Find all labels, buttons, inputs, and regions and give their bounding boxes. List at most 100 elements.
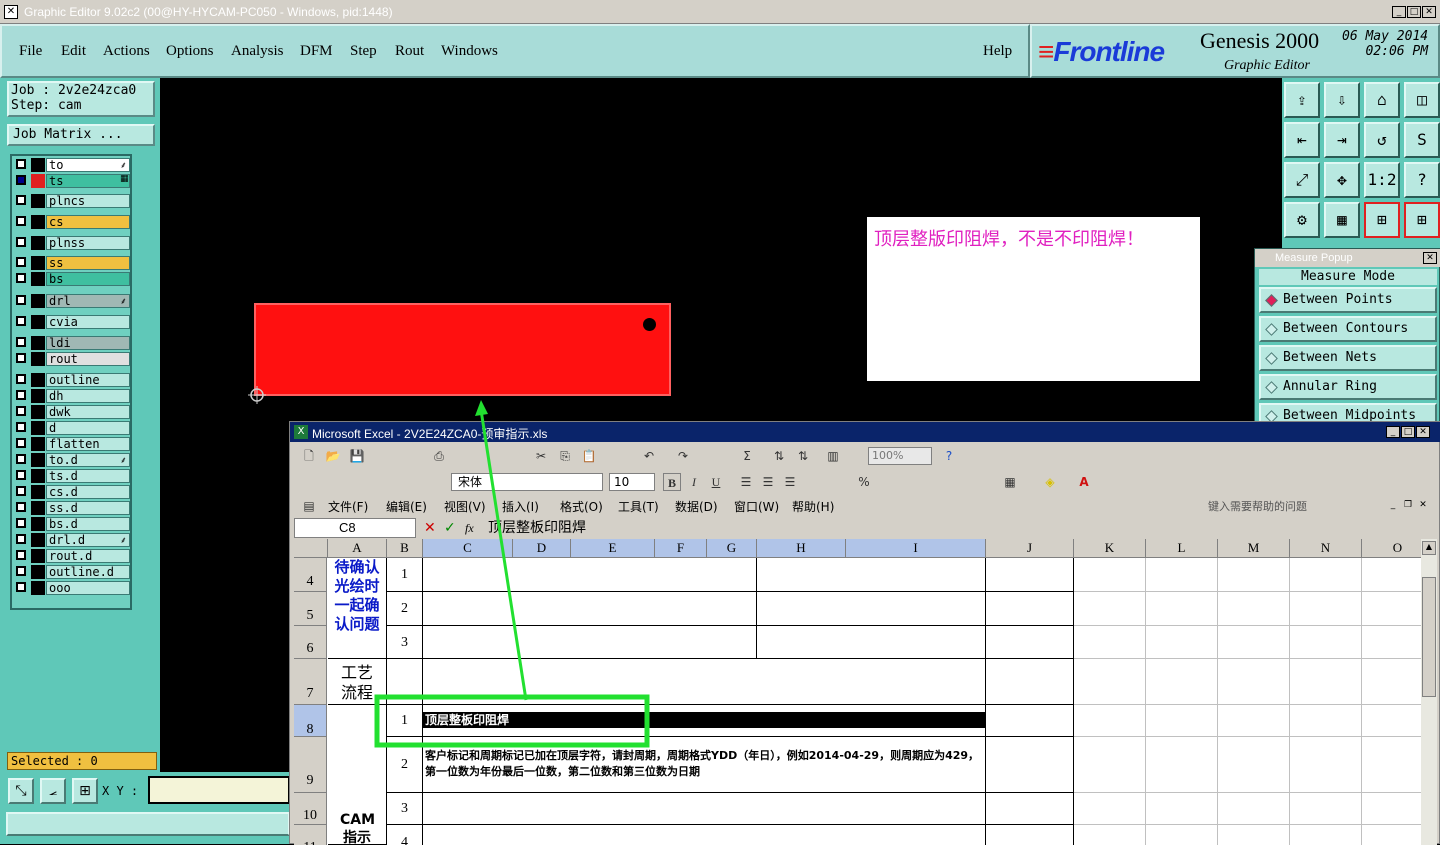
excel-close-button[interactable]: ✕ <box>1416 426 1430 438</box>
cell-h5[interactable] <box>757 592 986 626</box>
cell-j9[interactable] <box>986 737 1074 793</box>
grid-cell[interactable] <box>1218 626 1290 659</box>
grid-cell[interactable] <box>1146 659 1218 705</box>
layer-row[interactable]: to.d ⸙ <box>14 453 130 467</box>
tool-button-icon[interactable]: ⊞ <box>1404 202 1440 238</box>
align-right-icon[interactable]: ☰ <box>781 473 799 491</box>
layer-row[interactable]: ss.d <box>14 501 130 515</box>
grid-cell[interactable] <box>1146 737 1218 793</box>
layer-name[interactable]: ooo <box>46 581 130 595</box>
new-icon[interactable]: 🗋 <box>300 447 318 465</box>
cell-c6[interactable] <box>423 626 757 659</box>
xmenu-window[interactable]: 窗口(W) <box>734 498 779 515</box>
grid-cell[interactable] <box>1074 793 1146 825</box>
cell-c8[interactable]: 顶层整板印阻焊 <box>423 705 986 737</box>
layer-name[interactable]: to.d <box>46 453 130 467</box>
layer-name[interactable]: flatten <box>46 437 130 451</box>
layer-checkbox[interactable] <box>16 438 26 448</box>
minimize-button[interactable]: _ <box>1392 6 1406 18</box>
cell-j8[interactable] <box>986 705 1074 737</box>
layer-name[interactable]: d <box>46 421 130 435</box>
layer-color-swatch[interactable] <box>31 517 45 531</box>
tool-button-icon[interactable]: ⇩ <box>1324 82 1360 118</box>
grid-cell[interactable] <box>1290 558 1362 592</box>
align-left-icon[interactable]: ☰ <box>737 473 755 491</box>
layer-checkbox[interactable] <box>16 406 26 416</box>
doc-close-button[interactable]: ✕ <box>1416 500 1430 512</box>
xmenu-edit[interactable]: 编辑(E) <box>386 498 427 515</box>
grid-cell[interactable] <box>1074 825 1146 845</box>
col-header-e[interactable]: E <box>571 539 655 558</box>
layer-name[interactable]: ts <box>46 174 130 188</box>
xmenu-file[interactable]: 文件(F) <box>328 498 368 515</box>
col-header-a[interactable]: A <box>328 539 387 558</box>
row-header-7[interactable]: 7 <box>294 659 327 705</box>
tool-button-icon[interactable]: ⊞ <box>1364 202 1400 238</box>
function-icon[interactable]: fx <box>465 521 474 536</box>
cell-j5[interactable] <box>986 592 1074 626</box>
layer-row[interactable]: ss <box>14 256 130 270</box>
excel-minimize-button[interactable]: _ <box>1386 426 1400 438</box>
layer-row[interactable]: ts.d <box>14 469 130 483</box>
grid-cell[interactable] <box>1218 659 1290 705</box>
cell-b7[interactable] <box>387 659 423 705</box>
tool-button-icon[interactable]: S <box>1404 122 1440 158</box>
layer-row[interactable]: ldi <box>14 336 130 350</box>
layer-row[interactable]: bs.d <box>14 517 130 531</box>
grid-cell[interactable] <box>1146 626 1218 659</box>
layer-checkbox[interactable] <box>16 566 26 576</box>
layer-checkbox[interactable] <box>16 390 26 400</box>
layer-row[interactable]: plnss <box>14 236 130 250</box>
grid-cell[interactable] <box>1362 558 1421 592</box>
layer-row[interactable]: bs <box>14 272 130 286</box>
col-header-n[interactable]: N <box>1290 539 1362 558</box>
measure-option[interactable]: Annular Ring <box>1259 374 1437 400</box>
menu-options[interactable]: Options <box>166 43 214 60</box>
col-header-k[interactable]: K <box>1074 539 1146 558</box>
help-question-input[interactable]: 键入需要帮助的问题 <box>1208 498 1307 514</box>
maximize-button[interactable]: □ <box>1407 6 1421 18</box>
chart-icon[interactable]: ▥ <box>824 447 842 465</box>
layer-checkbox[interactable] <box>16 502 26 512</box>
cell-j6[interactable] <box>986 626 1074 659</box>
grid-cell[interactable] <box>1074 626 1146 659</box>
cell-j7[interactable] <box>986 659 1074 705</box>
cell-a-process[interactable]: 工艺流程指示 <box>328 659 387 705</box>
tool-button-icon[interactable]: ? <box>1404 162 1440 198</box>
col-header-f[interactable]: F <box>655 539 707 558</box>
doc-restore-button[interactable]: ❐ <box>1401 500 1415 512</box>
grid-cell[interactable] <box>1146 705 1218 737</box>
layer-color-swatch[interactable] <box>31 336 45 350</box>
layer-color-swatch[interactable] <box>31 373 45 387</box>
layer-checkbox[interactable] <box>16 337 26 347</box>
layer-checkbox[interactable] <box>16 582 26 592</box>
save-icon[interactable]: 💾 <box>348 447 366 465</box>
grid-cell[interactable] <box>1362 592 1421 626</box>
menu-dfm[interactable]: DFM <box>300 43 333 60</box>
grid-cell[interactable] <box>1146 592 1218 626</box>
cancel-icon[interactable]: ✕ <box>424 520 436 536</box>
cell-c9[interactable]: 客户标记和周期标记已加在顶层字符，请封周期，周期格式YDD（年日），例如2014… <box>423 737 986 793</box>
cut-icon[interactable]: ✂ <box>532 447 550 465</box>
grid-cell[interactable] <box>1290 659 1362 705</box>
xmenu-format[interactable]: 格式(O) <box>560 498 603 515</box>
tool-button-icon[interactable]: ⌂ <box>1364 82 1400 118</box>
tool-button-icon[interactable]: ⇪ <box>1284 82 1320 118</box>
layer-checkbox[interactable] <box>16 195 26 205</box>
size-select[interactable]: 10 <box>609 473 655 491</box>
row-header-9[interactable]: 9 <box>294 737 327 793</box>
layer-name[interactable]: outline.d <box>46 565 130 579</box>
cell-h6[interactable] <box>757 626 986 659</box>
cell-j10[interactable] <box>986 793 1074 825</box>
grid-cell[interactable] <box>1218 592 1290 626</box>
font-color-icon[interactable]: A <box>1075 473 1093 491</box>
layer-checkbox[interactable] <box>16 486 26 496</box>
layer-row[interactable]: cs <box>14 215 130 229</box>
grid-icon[interactable]: ⊞ <box>72 778 98 804</box>
layer-checkbox[interactable] <box>16 534 26 544</box>
col-header-j[interactable]: J <box>986 539 1074 558</box>
close-button[interactable]: ✕ <box>1422 6 1436 18</box>
cell-a-cam[interactable]: CAM指示 <box>328 705 387 845</box>
cell-c10[interactable] <box>423 793 986 825</box>
tool-button-icon[interactable]: ⇤ <box>1284 122 1320 158</box>
